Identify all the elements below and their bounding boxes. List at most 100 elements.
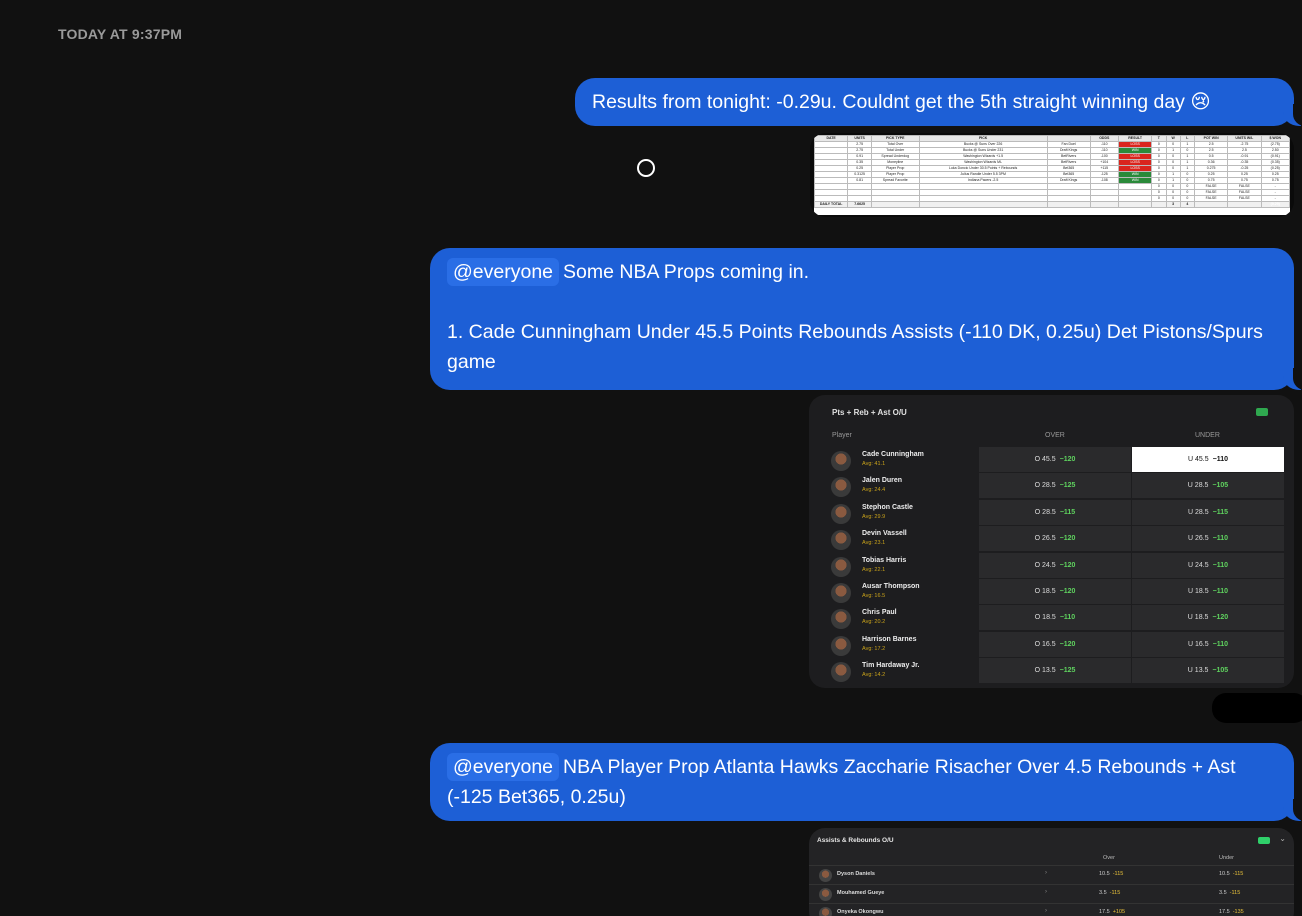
sheet-total-cell bbox=[1151, 201, 1167, 208]
over-option[interactable]: 3.5 -115 bbox=[1099, 890, 1120, 896]
chevron-right-icon[interactable]: › bbox=[1045, 870, 1047, 876]
sheet-total-cell bbox=[871, 201, 920, 208]
over-option[interactable]: O 28.5 −115 bbox=[979, 499, 1131, 525]
message-text: Some NBA Props coming in. bbox=[563, 261, 810, 283]
player-name: Mouhamed Gueye bbox=[837, 890, 885, 896]
col-player: Player bbox=[832, 432, 852, 439]
over-option[interactable]: 17.5 +105 bbox=[1099, 909, 1125, 915]
line: 3.5 bbox=[1099, 890, 1107, 896]
line: 10.5 bbox=[1219, 871, 1230, 877]
player-row: Devin Vassell Avg: 23.1 O 26.5 −120 U 26.5 −1… bbox=[809, 526, 1294, 552]
chevron-right-icon[interactable]: › bbox=[1045, 908, 1047, 914]
under-option[interactable]: U 13.5 −105 bbox=[1132, 658, 1284, 684]
odds-title: Pts + Reb + Ast O/U bbox=[832, 408, 907, 417]
under-option[interactable]: U 28.5 −115 bbox=[1132, 499, 1284, 525]
player-avg: Avg: 20.2 bbox=[862, 619, 886, 626]
player-avatar bbox=[819, 907, 832, 916]
price: −110 bbox=[1212, 535, 1228, 543]
over-option[interactable]: O 16.5 −120 bbox=[979, 631, 1131, 657]
mention-everyone[interactable]: @everyone bbox=[447, 258, 560, 286]
under-option[interactable]: U 45.5 −110 bbox=[1132, 447, 1284, 472]
sheet-total-cell bbox=[1089, 201, 1119, 208]
col-over: Over bbox=[1103, 855, 1115, 861]
player-avg: Avg: 24.4 bbox=[862, 487, 886, 494]
over-option[interactable]: 10.5 -115 bbox=[1099, 871, 1123, 877]
player-row: Tobias Harris Avg: 22.1 O 24.5 −120 U 24.5 −1… bbox=[809, 552, 1294, 579]
player-name: Ausar Thompson bbox=[862, 583, 920, 590]
under-option[interactable]: U 24.5 −110 bbox=[1132, 552, 1284, 578]
player-name: Devin Vassell bbox=[862, 530, 907, 538]
over-option[interactable]: O 18.5 −120 bbox=[979, 579, 1131, 604]
line: U 45.5 bbox=[1187, 456, 1209, 463]
player-avg: Avg: 22.1 bbox=[862, 566, 886, 573]
price: +105 bbox=[1112, 909, 1126, 915]
col-under: Under bbox=[1219, 855, 1234, 861]
chevron-right-icon[interactable]: › bbox=[1045, 889, 1047, 895]
player-name: Dyson Daniels bbox=[837, 871, 875, 877]
over-option[interactable]: O 24.5 −120 bbox=[979, 552, 1131, 578]
bubble-tail bbox=[1283, 799, 1302, 821]
under-option[interactable]: U 28.5 −105 bbox=[1132, 473, 1284, 499]
over-option[interactable]: O 28.5 −125 bbox=[979, 473, 1131, 499]
results-spreadsheet-image[interactable]: DATE UNITS PICK TYPE PICK ODDS RESULT T W L POT W… bbox=[810, 133, 1294, 217]
odds-screenshot-image[interactable]: Pts + Reb + Ast O/U Player OVER UNDER Ca… bbox=[809, 395, 1294, 688]
over-option[interactable]: O 13.5 −125 bbox=[979, 658, 1131, 684]
line: O 28.5 bbox=[1034, 508, 1056, 516]
col-over: OVER bbox=[1045, 432, 1065, 439]
message-bubble[interactable]: @everyone Some NBA Props coming in. 1. Ca… bbox=[430, 248, 1302, 390]
line: O 18.5 bbox=[1034, 588, 1056, 595]
over-option[interactable]: O 45.5 −120 bbox=[979, 447, 1131, 472]
line: O 13.5 bbox=[1034, 667, 1056, 675]
price: −115 bbox=[1212, 508, 1228, 516]
mention-everyone[interactable]: @everyone bbox=[447, 753, 560, 781]
player-avg: Avg: 17.2 bbox=[862, 645, 886, 652]
player-row: Cade Cunningham Avg: 41.1 O 45.5 −120 U 45.5… bbox=[809, 447, 1294, 473]
line: U 16.5 bbox=[1187, 640, 1209, 648]
line: U 24.5 bbox=[1187, 561, 1209, 569]
line: 17.5 bbox=[1099, 909, 1110, 915]
message-bubble[interactable]: @everyone NBA Player Prop Atlanta Hawks Z… bbox=[430, 743, 1302, 821]
mouse-cursor bbox=[637, 159, 655, 177]
price: −120 bbox=[1059, 535, 1076, 543]
player-name: Tim Hardaway Jr. bbox=[862, 662, 920, 670]
over-option[interactable]: O 26.5 −120 bbox=[979, 526, 1131, 552]
sheet-total-cell: 3 bbox=[1165, 201, 1181, 208]
player-avatar bbox=[831, 477, 851, 498]
price: −115 bbox=[1059, 508, 1076, 516]
player-avg: Avg: 23.1 bbox=[862, 540, 886, 547]
player-avatar bbox=[831, 635, 851, 656]
bubble-tail bbox=[1283, 104, 1302, 126]
player-row: Ausar Thompson Avg: 16.5 O 18.5 −120 U 18.5−… bbox=[809, 579, 1294, 605]
price: -115 bbox=[1109, 890, 1121, 896]
under-option[interactable]: 17.5 -135 bbox=[1219, 909, 1244, 915]
price: −120 bbox=[1059, 561, 1076, 569]
bubble-tail bbox=[1283, 368, 1302, 390]
sheet-total-row: DAILY TOTAL 7.6625 3 4 (0.29) bbox=[813, 201, 1290, 208]
price: −120 bbox=[1059, 640, 1076, 648]
sheet-total-cell bbox=[918, 201, 1048, 208]
over-option[interactable]: O 18.5 −110 bbox=[979, 605, 1131, 631]
under-option[interactable]: U 18.5 −110 bbox=[1132, 579, 1284, 604]
player-avatar bbox=[831, 451, 851, 471]
message-bubble[interactable]: Results from tonight: -0.29u. Couldnt ge… bbox=[575, 78, 1302, 126]
chevron-down-icon: ⌄ bbox=[1279, 834, 1286, 843]
under-option[interactable]: 10.5 -115 bbox=[1219, 871, 1243, 877]
player-name: Jalen Duren bbox=[862, 477, 903, 485]
price: −125 bbox=[1059, 482, 1076, 490]
sheet-total-cell: 7.6625 bbox=[847, 201, 872, 208]
message-text: 1. Cade Cunningham Under 45.5 Points Reb… bbox=[447, 321, 1263, 373]
under-option[interactable]: U 16.5 −110 bbox=[1132, 631, 1284, 657]
player-avg: Avg: 41.1 bbox=[862, 461, 886, 467]
under-option[interactable]: U 18.5 −120 bbox=[1132, 605, 1284, 631]
under-option[interactable]: U 26.5 −110 bbox=[1132, 526, 1284, 552]
odds-screenshot-image-2[interactable]: Assists & Rebounds O/U ⌄ Over Under Dyso… bbox=[809, 828, 1294, 916]
line: U 26.5 bbox=[1187, 535, 1209, 543]
under-option[interactable]: 3.5 -115 bbox=[1219, 890, 1240, 896]
line: U 28.5 bbox=[1187, 482, 1209, 490]
timestamp: TODAY AT 9:37PM bbox=[58, 26, 183, 42]
player-avatar bbox=[819, 888, 832, 901]
message-text: NBA Player Prop Atlanta Hawks Zaccharie … bbox=[447, 756, 1236, 808]
line: O 28.5 bbox=[1034, 482, 1056, 490]
player-name: Stephon Castle bbox=[862, 503, 913, 511]
player-name: Tobias Harris bbox=[862, 556, 907, 564]
